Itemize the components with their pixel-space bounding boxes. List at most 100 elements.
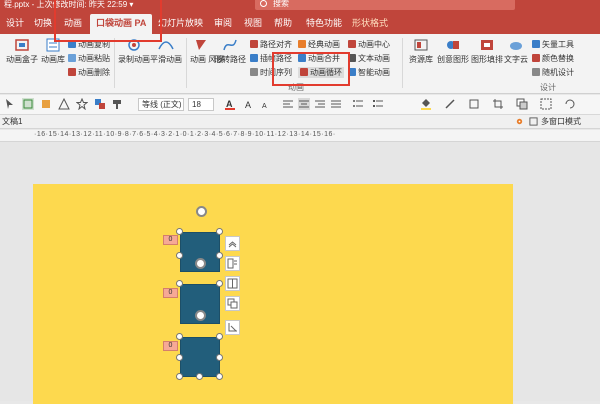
resize-handle[interactable] [216,228,223,235]
svg-text:A: A [226,99,233,109]
delete-anim-label: 动画删除 [78,68,110,77]
anim-order-tag[interactable]: 0 [163,341,178,351]
crop-icon[interactable] [492,98,504,110]
align-center-icon[interactable] [298,98,310,110]
smart-anim-label: 智能动画 [358,68,390,77]
color-replace-label: 颜色替换 [542,54,574,63]
rotate-icon[interactable] [564,98,576,110]
record-anim-label: 录制动画 [118,55,150,64]
random-design-button[interactable]: 随机设计 [532,67,574,78]
resize-handle[interactable] [176,280,183,287]
paste-anim-button[interactable]: 动画粘贴 [68,53,110,64]
tab-slideshow[interactable]: 幻灯片放映 [158,16,203,29]
resize-handle[interactable] [196,373,203,380]
align-right-icon[interactable] [314,98,326,110]
slide[interactable]: 0 0 0 [33,184,513,404]
anim-order-tag[interactable]: 0 [163,288,178,298]
crop-shape-button[interactable] [225,320,240,335]
resize-handle[interactable] [216,280,223,287]
shape-path-button[interactable]: 形转路径 [214,38,246,65]
arrange-order-icon[interactable] [516,98,528,110]
grow-font-icon[interactable]: A [244,98,256,110]
blue-square-shape[interactable] [180,337,220,377]
anim-style-button[interactable]: 动画 风暴 [190,38,224,65]
copy-shape-button[interactable] [225,296,240,311]
classic-anim-label: 经典动画 [308,40,340,49]
resize-handle[interactable] [216,354,223,361]
resize-handle[interactable] [176,228,183,235]
resize-handle[interactable] [216,252,223,259]
settings-gear-icon[interactable] [515,117,524,126]
shape-icon[interactable] [40,98,52,110]
arrange-icon[interactable] [94,98,106,110]
color-replace-button[interactable]: 颜色替换 [532,53,574,64]
align-icon [250,40,258,48]
text-cloud-label: 文字云 [504,55,528,64]
pointer-icon[interactable] [4,98,16,110]
layout-options-button[interactable] [225,256,240,271]
font-name-select[interactable]: 等线 (正文) [138,98,184,111]
tab-shape-format[interactable]: 形状格式 [352,16,388,29]
resize-handle[interactable] [216,373,223,380]
path-align-label: 路径对齐 [260,40,292,49]
shrink-font-icon[interactable]: A [260,98,272,110]
delete-anim-button[interactable]: 动画删除 [68,67,110,78]
format-painter-icon[interactable] [112,98,124,110]
resource-lib-button[interactable]: 资源库 [406,38,436,65]
collapse-up-button[interactable] [225,236,240,251]
text-cloud-button[interactable]: 文字云 [504,38,528,65]
anim-center-button[interactable]: 动画中心 [348,39,390,50]
insert-icon [250,54,258,62]
tab-review[interactable]: 审阅 [214,16,232,29]
anim-lib-button[interactable]: 动画库 [40,38,66,65]
select-icon[interactable] [22,98,34,110]
record-anim-button[interactable]: 录制动画 [118,38,150,65]
multi-window-label[interactable]: 多窗口模式 [541,116,581,127]
smooth-anim-label: 平滑动画 [150,55,182,64]
resize-handle[interactable] [176,373,183,380]
resize-handle[interactable] [216,333,223,340]
align-left-icon[interactable] [282,98,294,110]
rotate-handle-icon[interactable] [196,206,207,217]
resize-handle[interactable] [176,333,183,340]
group-icon[interactable] [540,98,552,110]
tab-features[interactable]: 特色功能 [306,16,342,29]
path-align-button[interactable]: 路径对齐 [250,39,292,50]
classic-anim-button[interactable]: 经典动画 [298,39,340,50]
anim-order-tag[interactable]: 0 [163,235,178,245]
justify-icon[interactable] [330,98,342,110]
outline-icon[interactable] [444,98,456,110]
anim-box-button[interactable]: 动画盒子 [4,38,40,65]
chevron-up-icon [228,241,237,248]
shape-fill-button[interactable]: 图形填排 [470,38,504,65]
resize-handle[interactable] [176,252,183,259]
anim-lib-label: 动画库 [41,55,65,64]
rotate-handle-icon[interactable] [195,310,206,321]
resize-handle[interactable] [176,354,183,361]
align-options-button[interactable] [225,276,240,291]
creative-shape-button[interactable]: 创意图形 [436,38,470,65]
font-color-icon[interactable]: A [224,98,236,110]
format-toolbar: 等线 (正文) 18 A A A [0,95,600,115]
smart-anim-button[interactable]: 智能动画 [348,67,390,78]
tab-view[interactable]: 视图 [244,16,262,29]
effects-icon[interactable] [468,98,480,110]
tab-help[interactable]: 帮助 [274,16,292,29]
align-icon [227,278,238,289]
text-anim-button[interactable]: 文本动画 [348,53,390,64]
vector-icon [532,40,540,48]
search-box[interactable]: 搜索 [255,0,515,10]
vector-tool-button[interactable]: 矢量工具 [532,39,574,50]
numbering-icon[interactable] [372,98,384,110]
smooth-anim-button[interactable]: 平滑动画 [150,38,182,65]
star-icon[interactable] [76,98,88,110]
fill-bucket-icon[interactable] [420,98,432,110]
bullets-icon[interactable] [352,98,364,110]
storm-icon [196,40,206,50]
font-size-select[interactable]: 18 [188,98,214,111]
tab-design[interactable]: 设计 [6,16,24,29]
rotate-handle-icon[interactable] [195,258,206,269]
doc-tab[interactable]: 文稿1 [2,116,22,127]
tab-transition[interactable]: 切换 [34,16,52,29]
triangle-icon[interactable] [58,98,70,110]
